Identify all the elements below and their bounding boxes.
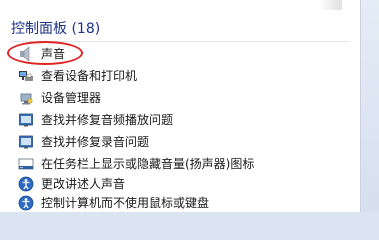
result-item-devices-printers[interactable]: 查看设备和打印机: [18, 66, 348, 85]
taskbar-icon: [18, 156, 34, 172]
result-item-label: 更改讲述人声音: [41, 177, 126, 191]
highlight-ellipse: [7, 41, 83, 65]
ease-of-access-icon: [18, 195, 34, 211]
result-item-audio-playback-troubleshoot[interactable]: 查找并修复音频播放问题: [18, 110, 348, 129]
troubleshoot-icon: [18, 112, 34, 128]
corner-shadow: [318, 0, 342, 10]
result-item-control-without-mouse-keyboard[interactable]: 控制计算机而不使用鼠标或键盘: [18, 193, 348, 212]
result-item-label: 查找并修复音频播放问题: [41, 113, 174, 127]
result-item-taskbar-volume-icon[interactable]: 在任务栏上显示或隐藏音量(扬声器)图标: [18, 154, 348, 173]
result-item-label: 在任务栏上显示或隐藏音量(扬声器)图标: [41, 157, 255, 171]
result-item-label: 设备管理器: [41, 91, 102, 105]
troubleshoot-icon: [18, 134, 34, 150]
result-item-label: 查看设备和打印机: [41, 69, 138, 83]
search-results-panel: 控制面板 (18) 声音 查看设备和打印机 设备管理器 查找并修复音频播放问题 …: [0, 0, 361, 212]
ease-of-access-icon: [18, 176, 34, 192]
window-edge: [361, 0, 379, 212]
result-item-device-manager[interactable]: 设备管理器: [18, 88, 348, 107]
device-manager-icon: [18, 90, 34, 106]
result-item-narrator-voice[interactable]: 更改讲述人声音: [18, 174, 348, 193]
category-header: 控制面板 (18): [11, 21, 101, 37]
result-item-label: 控制计算机而不使用鼠标或键盘: [41, 196, 210, 210]
result-item-recording-troubleshoot[interactable]: 查找并修复录音问题: [18, 132, 348, 151]
printer-icon: [18, 68, 34, 84]
result-item-label: 查找并修复录音问题: [41, 135, 150, 149]
